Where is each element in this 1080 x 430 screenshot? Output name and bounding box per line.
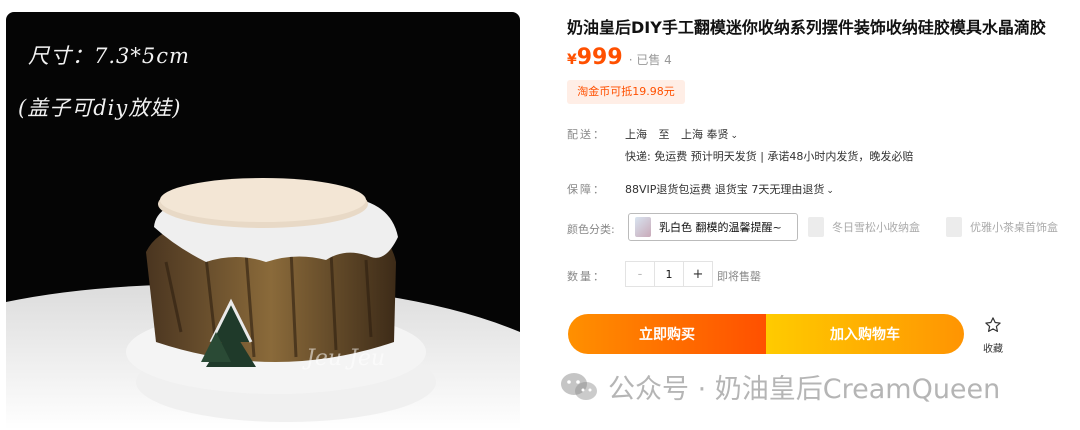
increment-button[interactable]: + — [684, 262, 712, 286]
guarantee-text: 88VIP退货包运费 退货宝 7天无理由退货 — [625, 183, 825, 196]
color-option-label: 乳白色 翻模的温馨提醒~ — [659, 221, 782, 234]
wechat-icon — [561, 372, 597, 400]
add-to-cart-button[interactable]: 加入购物车 — [766, 314, 964, 354]
quantity-input[interactable]: 1 — [654, 262, 684, 286]
shipping-label: 配送： — [567, 128, 606, 141]
chevron-down-icon: ⌄ — [826, 186, 834, 196]
shipping-to-word: 至 — [658, 128, 670, 141]
product-image: 尺寸：7.3*5cm (盖子可diy放娃) Jeu Jeu — [6, 12, 520, 430]
buy-now-button[interactable]: 立即购买 — [568, 314, 766, 354]
signature-watermark: Jeu Jeu — [306, 346, 386, 371]
star-icon — [985, 317, 1001, 332]
size-note: 尺寸：7.3*5cm — [28, 44, 190, 68]
option-thumbnail — [946, 217, 962, 237]
shipping-detail: 快递: 免运费 预计明天发货 | 承诺48小时内发货，晚发必赔 — [625, 150, 914, 163]
option-thumbnail — [808, 217, 824, 237]
color-option[interactable]: 冬日雪松小收纳盒 — [804, 213, 924, 241]
option-thumbnail — [635, 217, 651, 237]
guarantee-value[interactable]: 88VIP退货包运费 退货宝 7天无理由退货 ⌄ — [625, 181, 834, 197]
chevron-down-icon: ⌄ — [730, 131, 739, 141]
stock-note: 即将售罄 — [717, 270, 761, 283]
favorite-button[interactable]: 收藏 — [978, 316, 1008, 355]
product-title: 奶油皇后DIY手工翻模迷你收纳系列摆件装饰收纳硅胶模具水晶滴胶 — [567, 18, 1046, 37]
price-value: 999 — [576, 45, 623, 70]
favorite-label: 收藏 — [983, 344, 1003, 355]
product-photo — [6, 178, 520, 430]
color-option[interactable]: 优雅小茶桌首饰盒 — [942, 213, 1062, 241]
quantity-stepper: - 1 + — [625, 261, 713, 287]
purchase-buttons: 立即购买 加入购物车 — [568, 314, 964, 354]
quantity-label: 数量： — [567, 270, 606, 283]
currency-symbol: ¥ — [567, 52, 577, 68]
color-label: 颜色分类: — [567, 223, 615, 236]
color-option-selected[interactable]: 乳白色 翻模的温馨提醒~ — [628, 213, 798, 241]
coin-coupon-badge[interactable]: 淘金币可抵19.98元 — [567, 80, 685, 104]
guarantee-label: 保障： — [567, 183, 606, 196]
sold-count: · 已售 4 — [628, 53, 672, 67]
color-option-label: 优雅小茶桌首饰盒 — [970, 221, 1058, 234]
color-option-label: 冬日雪松小收纳盒 — [832, 221, 920, 234]
shipping-to: 上海 奉贤 — [681, 128, 729, 141]
shipping-from: 上海 — [625, 128, 647, 141]
price-row: ¥ 999 · 已售 4 — [567, 45, 672, 70]
lid-note: (盖子可diy放娃) — [18, 96, 182, 120]
shipping-route[interactable]: 上海 至 上海 奉贤 ⌄ — [625, 126, 738, 142]
watermark-text: 公众号 · 奶油皇后CreamQueen — [608, 374, 1001, 405]
decrement-button[interactable]: - — [626, 262, 654, 286]
wechat-watermark: 公众号 · 奶油皇后CreamQueen — [560, 367, 1000, 406]
